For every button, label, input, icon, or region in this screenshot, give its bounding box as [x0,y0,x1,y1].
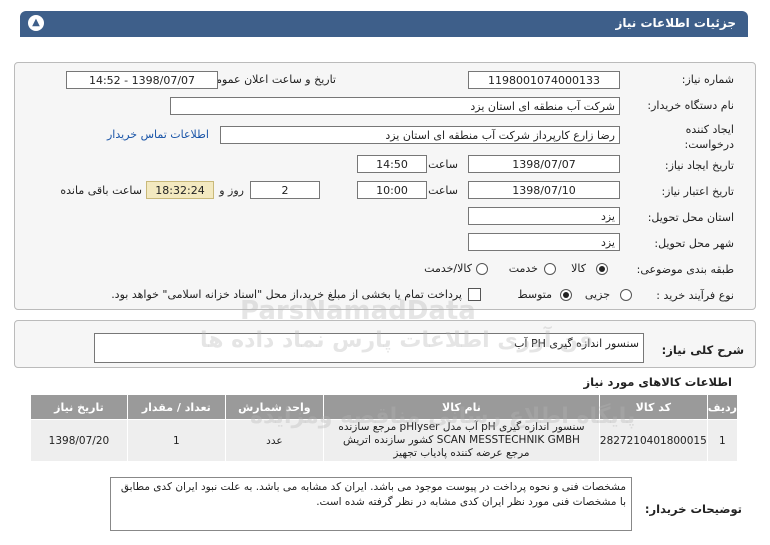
category-radio-goods-service[interactable] [476,263,488,275]
validity-date-field: 1398/07/10 [468,181,620,199]
days-label: روز و [219,184,244,197]
summary-label: شرح کلی نیاز: [661,343,744,357]
process-label: نوع فرآیند خرید : [656,289,734,302]
page-title: جزئیات اطلاعات نیاز [615,16,736,30]
col-unit: واحد شمارش [224,394,325,420]
category-option-goods-service: کالا/خدمت [424,262,472,275]
category-label: طبقه بندی موضوعی: [636,263,734,276]
header-bar: جزئیات اطلاعات نیاز ▲ [20,11,748,37]
buyer-label: نام دستگاه خریدار: [647,99,734,112]
goods-section-title: اطلاعات کالاهای مورد نیاز [583,375,732,389]
category-radio-service[interactable] [544,263,556,275]
process-option-medium: متوسط [517,288,552,301]
process-radio-medium[interactable] [560,289,572,301]
buyer-field: شرکت آب منطقه ای استان یزد [170,97,620,115]
category-option-service: خدمت [508,262,538,275]
table-row: 1 2827210401800015 سنسور اندازه گیری pH … [30,419,739,462]
province-label: استان محل تحویل: [647,211,734,224]
create-date-label: تاریخ ایجاد نیاز: [664,159,734,172]
category-option-goods: کالا [571,262,586,275]
category-radio-goods[interactable] [596,263,608,275]
need-number-label: شماره نیاز: [681,73,734,86]
goods-date: 1398/07/20 [30,419,128,462]
treasury-payment-note: پرداخت تمام یا بخشی از مبلغ خرید،از محل … [111,288,462,301]
col-row: ردیف [706,394,739,420]
buyer-contact-link[interactable]: اطلاعات تماس خریدار [107,128,209,141]
days-remaining-field: 2 [250,181,320,199]
goods-qty: 1 [126,419,226,462]
process-radio-minor[interactable] [620,289,632,301]
create-time-label: ساعت [428,158,458,171]
goods-table: ردیف کد کالا نام کالا واحد شمارش تعداد /… [30,394,739,462]
col-date: تاریخ نیاز [30,394,128,420]
col-code: کد کالا [598,394,708,420]
buyer-notes-field: مشخصات فنی و نحوه پرداخت در پیوست موجود … [110,477,632,531]
province-field: یزد [468,207,620,225]
city-label: شهر محل تحویل: [654,237,734,250]
treasury-payment-checkbox[interactable] [468,288,481,301]
announce-field: 1398/07/07 - 14:52 [66,71,218,89]
process-option-minor: جزیی [584,288,610,301]
summary-field: سنسور اندازه گیری PH آب [94,333,644,363]
creator-field: رضا زارع کارپرداز شرکت آب منطقه ای استان… [220,126,620,144]
validity-time-label: ساعت [428,184,458,197]
goods-table-header: ردیف کد کالا نام کالا واحد شمارش تعداد /… [30,394,739,420]
create-date-field: 1398/07/07 [468,155,620,173]
city-field: یزد [468,233,620,251]
chevron-up-icon[interactable]: ▲ [28,15,44,31]
buyer-notes-label: توضیحات خریدار: [644,502,742,516]
need-number-field: 1198001074000133 [468,71,620,89]
time-remaining-field: 18:32:24 [146,181,214,199]
creator-label: ایجاد کننده درخواست: [684,123,734,151]
col-name: نام کالا [323,394,600,420]
goods-unit: عدد [224,419,325,462]
title-bar: جزئیات اطلاعات نیاز ▲ [0,0,770,38]
time-remaining-label: ساعت باقی مانده [60,184,142,197]
create-time-field: 14:50 [357,155,427,173]
validity-time-field: 10:00 [357,181,427,199]
announce-label: تاریخ و ساعت اعلان عمومی: [203,73,336,86]
row-number: 1 [706,419,739,462]
col-qty: تعداد / مقدار [126,394,226,420]
validity-date-label: تاریخ اعتبار نیاز: [661,185,734,198]
goods-code: 2827210401800015 [598,419,708,462]
goods-name: سنسور اندازه گیری pH آب مدل pHlyser مرجع… [323,419,600,462]
